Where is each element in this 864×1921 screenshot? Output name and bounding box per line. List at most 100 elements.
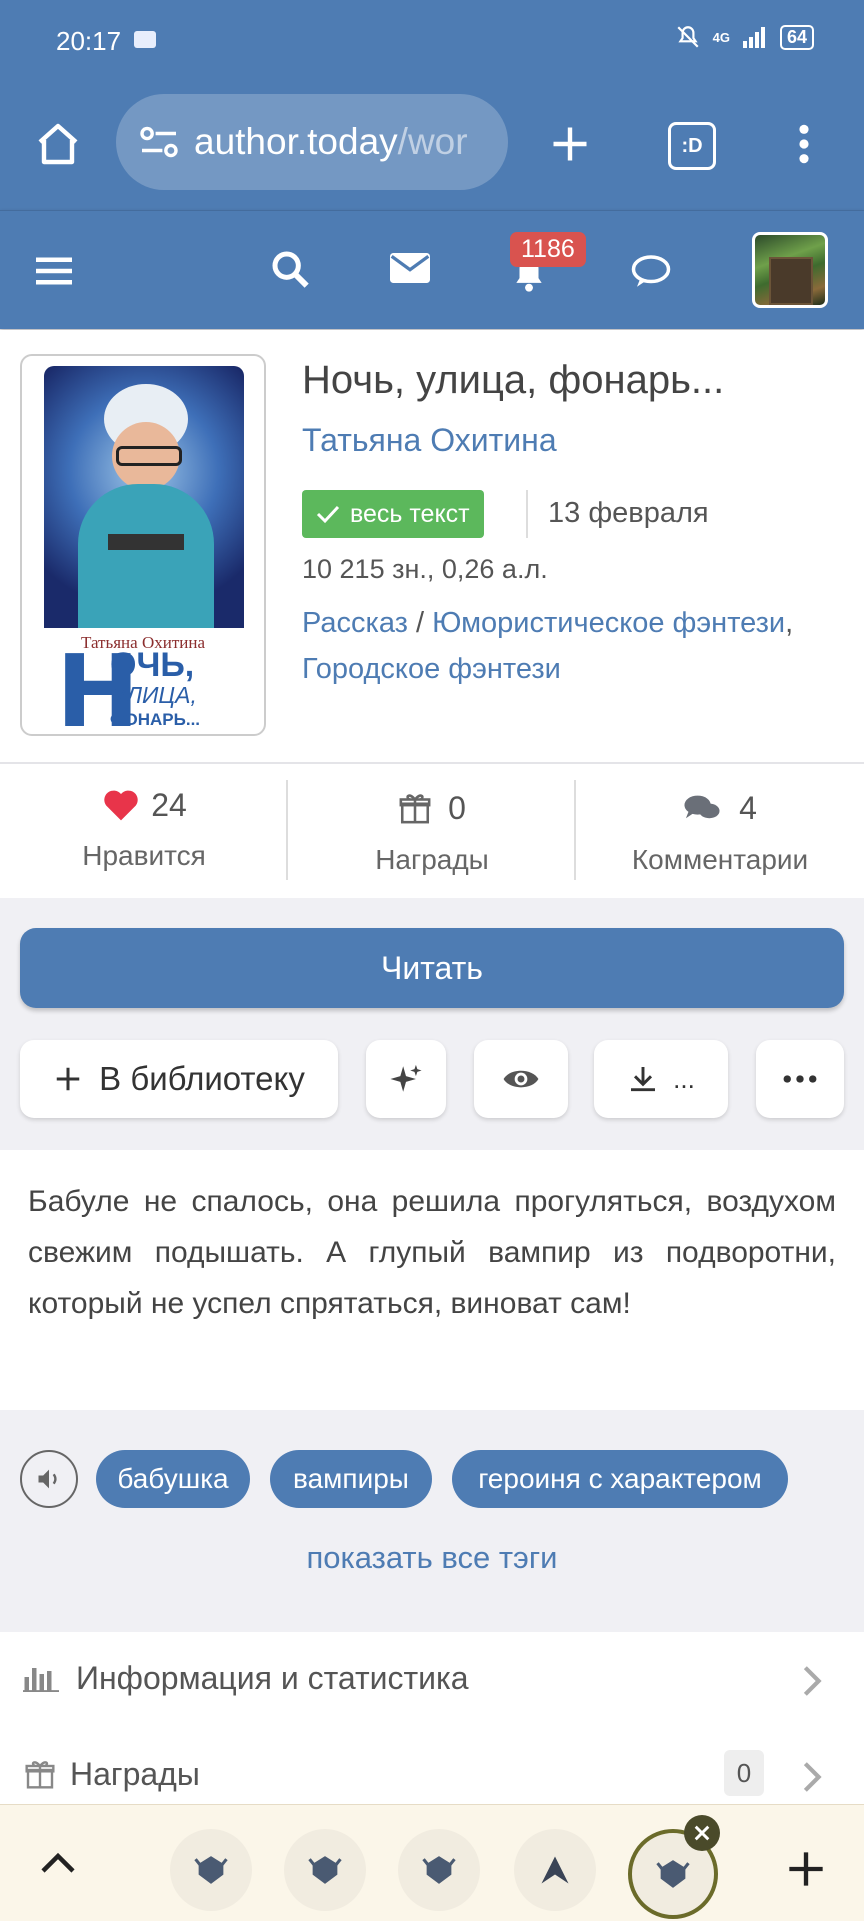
address-bar[interactable]: author.today/wor (116, 94, 508, 190)
browser-bottom-bar (0, 1804, 864, 1921)
comments-icon (684, 795, 720, 819)
speaker-icon (38, 1469, 57, 1489)
new-tab-icon[interactable] (786, 1849, 826, 1889)
signal-icon (742, 27, 765, 48)
likes-stat[interactable]: 24 Нравится (0, 764, 288, 898)
info-stats-row[interactable]: Информация и статистика (0, 1632, 864, 1728)
speaker-button[interactable] (20, 1450, 78, 1508)
more-horiz-icon (783, 1075, 817, 1083)
chevron-right-icon (803, 1762, 822, 1792)
tag-chip[interactable]: героиня с характером (452, 1450, 788, 1508)
check-icon (316, 505, 340, 524)
book-cover[interactable]: Татьяна Охитина Н ОЧЬ, УЛИЦА, ФОНАРЬ... (20, 354, 266, 736)
url-host: author.today (194, 121, 398, 162)
likes-label: Нравится (82, 840, 206, 871)
genre-link-humor[interactable]: Юмористическое фэнтези (432, 607, 785, 639)
annotation-text: Бабуле не спалось, она решила прогулятьс… (28, 1185, 836, 1320)
awards-row-label: Награды (70, 1756, 200, 1792)
status-bar: 20:17 4G 64 (0, 0, 864, 84)
crest-icon (194, 1856, 228, 1884)
likes-value: 24 (0, 786, 288, 824)
eye-icon (503, 1070, 539, 1088)
site-navbar (0, 210, 864, 329)
watch-button[interactable] (474, 1040, 568, 1118)
awards-count: 0 (448, 790, 466, 826)
site-settings-icon[interactable] (138, 125, 180, 159)
genre-comma: , (785, 607, 794, 639)
cover-title-line2: УЛИЦА, (112, 682, 197, 708)
notifications-badge[interactable]: 1186 (510, 232, 586, 267)
battery-icon: 64 (779, 24, 814, 50)
download-button[interactable]: ... (594, 1040, 728, 1118)
download-label: ... (673, 1063, 695, 1094)
book-stats: 24 Нравится 0 Награды 4 Комментарии (0, 762, 864, 900)
heart-icon (104, 790, 138, 821)
awards-value: 0 (288, 790, 576, 827)
awards-row-count: 0 (724, 1750, 764, 1796)
mail-icon[interactable] (390, 253, 430, 283)
user-avatar[interactable] (752, 232, 828, 308)
chat-icon[interactable] (630, 253, 672, 289)
comments-count: 4 (739, 790, 757, 826)
genre-form-link[interactable]: Рассказ (302, 607, 408, 639)
url-path: /wor (397, 121, 468, 162)
book-genres: Рассказ / Юмористическое фэнтези, Городск… (302, 600, 842, 692)
divider (526, 490, 528, 538)
more-button[interactable] (756, 1040, 844, 1118)
tab-thumbnail[interactable] (284, 1829, 366, 1911)
info-rows: Информация и статистика Награды 0 (0, 1632, 864, 1822)
status-label: весь текст (350, 499, 470, 528)
browser-toolbar: author.today/wor :D (0, 84, 864, 210)
book-annotation: Бабуле не спалось, она решила прогулятьс… (0, 1150, 864, 1410)
chevron-right-icon (803, 1666, 822, 1696)
tab-switcher-button[interactable]: :D (668, 122, 716, 170)
chevron-up-icon[interactable] (40, 1849, 76, 1875)
book-date: 13 февраля (548, 497, 709, 529)
cover-title-line3: ФОНАРЬ... (110, 710, 201, 729)
mute-icon (677, 26, 699, 48)
status-indicators: 4G 64 (675, 24, 814, 50)
gift-icon (399, 794, 431, 824)
cover-illustration (44, 366, 244, 628)
add-to-library-button[interactable]: В библиотеку (20, 1040, 338, 1118)
book-author-link[interactable]: Татьяна Охитина (302, 422, 557, 459)
menu-icon[interactable] (36, 255, 72, 287)
close-icon (694, 1825, 710, 1841)
more-vert-icon[interactable] (786, 122, 822, 166)
tag-chip[interactable]: бабушка (96, 1450, 250, 1508)
tag-chip[interactable]: вампиры (270, 1450, 432, 1508)
comments-value: 4 (576, 790, 864, 827)
genre-link-urban[interactable]: Городское фэнтези (302, 653, 561, 685)
tab-thumbnail[interactable] (514, 1829, 596, 1911)
crest-icon (308, 1856, 342, 1884)
tags-section: бабушка вампиры героиня с характером пок… (0, 1410, 864, 1632)
info-stats-label: Информация и статистика (76, 1660, 469, 1696)
download-icon (631, 1067, 656, 1092)
awards-label: Награды (375, 844, 489, 875)
book-size: 10 215 зн., 0,26 а.л. (302, 554, 548, 584)
bar-chart-icon (23, 1668, 59, 1692)
plus-icon (56, 1067, 80, 1091)
read-button[interactable]: Читать (20, 928, 844, 1008)
search-icon[interactable] (270, 249, 310, 289)
crest-icon (422, 1856, 456, 1884)
awards-stat[interactable]: 0 Награды (288, 764, 576, 898)
home-icon[interactable] (34, 120, 82, 168)
pen-nib-icon (541, 1856, 569, 1884)
likes-count: 24 (151, 787, 187, 823)
recommend-button[interactable] (366, 1040, 446, 1118)
cover-title-line1: ОЧЬ, (110, 646, 195, 684)
status-time: 20:17 (56, 26, 122, 56)
tab-thumbnail[interactable] (170, 1829, 252, 1911)
comments-stat[interactable]: 4 Комментарии (576, 764, 864, 898)
genre-separator: / (407, 607, 433, 639)
tab-thumbnail[interactable] (398, 1829, 480, 1911)
close-tab-button[interactable] (684, 1815, 720, 1851)
status-badge: весь текст (302, 490, 484, 538)
book-card: Татьяна Охитина Н ОЧЬ, УЛИЦА, ФОНАРЬ... … (0, 330, 864, 762)
add-to-library-label: В библиотеку (99, 1060, 305, 1097)
new-tab-icon[interactable] (548, 122, 592, 166)
show-all-tags-link[interactable]: показать все тэги (0, 1540, 864, 1576)
book-actions: Читать В библиотеку ... (0, 898, 864, 1150)
mail-notification-icon (134, 31, 156, 48)
